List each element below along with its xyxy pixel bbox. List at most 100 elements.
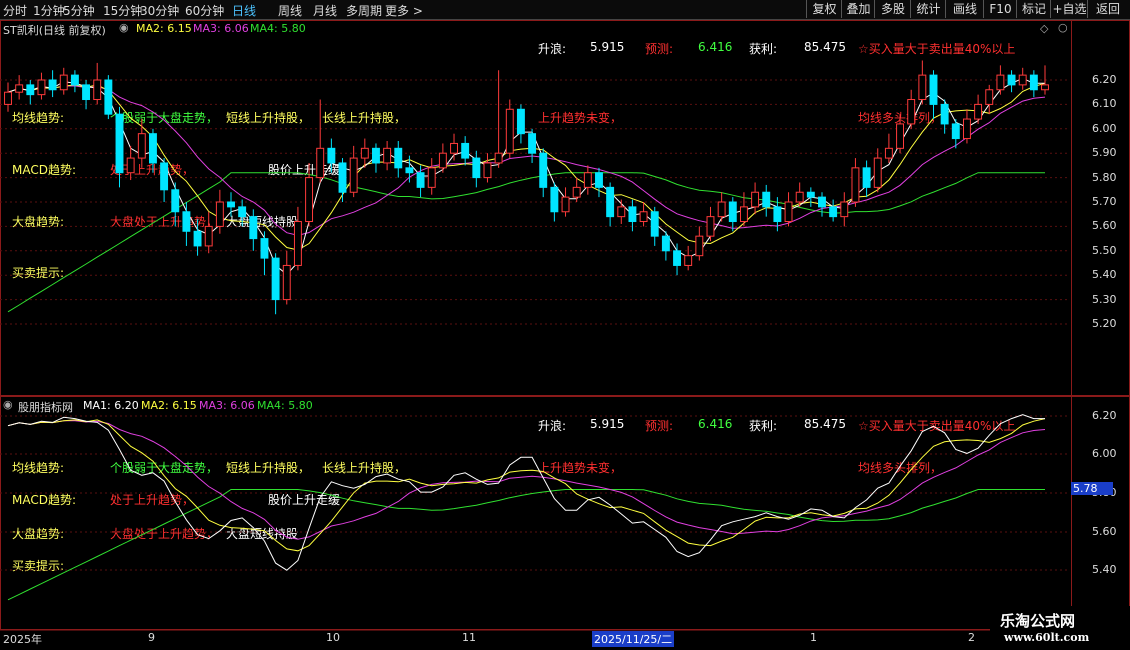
candle-body [416,172,425,188]
candle-body [996,74,1005,91]
candle-body [15,84,24,93]
candle-body [1018,74,1027,86]
candle-body [706,216,715,237]
candle-body [349,157,358,193]
candle-body [82,84,91,101]
candle-body [528,133,537,154]
candle-body [684,255,693,266]
candle-body [4,91,12,105]
candle-body [438,152,447,169]
watermark-title: 乐淘公式网 [1000,612,1076,630]
candle-body [951,123,960,140]
candle-body [884,147,893,159]
candle-body [182,211,191,232]
candle-body [160,162,169,191]
candle-body [1041,84,1049,91]
candle-body [282,264,291,301]
candle-body [962,118,971,140]
candle-body [427,167,436,188]
candle-body [149,133,157,164]
candle-body [583,172,592,188]
candle-body [104,79,113,115]
candle-body [494,152,503,164]
candle-body [784,201,793,223]
candle-body [472,157,481,179]
candle-body [360,147,369,159]
candle-body [940,103,949,125]
candle-body [327,147,336,164]
candle-body [739,206,748,223]
candle-body [260,238,269,259]
sub-ma3-line [7,420,1046,540]
candle-body [862,167,871,188]
candle-body [126,157,135,174]
candle-body [26,84,35,96]
candle-body [204,225,213,247]
candle-body [561,196,570,213]
candle-body [539,152,548,188]
candle-body [1007,74,1016,86]
candle-body [806,191,815,198]
candle-body [840,201,849,218]
candle-body [383,147,392,164]
candle-body [639,211,648,223]
candle-body [249,216,258,240]
candle-body [617,206,626,218]
candle-body [550,186,559,213]
candle-body [773,206,782,223]
candle-body [193,230,202,247]
candle-body [215,201,224,227]
candle-body [762,191,771,208]
candle-body [450,142,458,154]
candle-body [929,74,938,105]
ma3-line [7,85,1046,236]
candle-body [896,123,904,149]
sub-ma2-line [7,418,1046,552]
candle-body [717,201,726,218]
watermark-url: www.60lt.com [1004,631,1090,644]
candle-body [818,196,826,208]
candle-body [695,235,704,257]
candle-body [606,186,615,218]
candle-body [115,113,124,174]
candle-body [461,142,470,159]
candle-body [238,206,247,218]
candle-body [293,221,302,266]
candle-body [137,133,146,159]
candle-body [673,250,681,266]
candle-body [372,147,380,164]
candle-body [829,206,838,218]
ma4-line [7,172,1045,313]
candle-body [59,74,68,91]
sub-ma4-line [7,489,1045,601]
candle-body [751,191,760,208]
candle-body [628,206,637,223]
candle-body [227,201,235,208]
candlestick-chart[interactable] [0,0,1130,650]
candle-body [985,89,994,105]
watermark-logo: 乐淘公式网 www.60lt.com [990,606,1130,650]
candle-body [661,235,670,252]
candle-body [516,108,525,135]
candle-body [93,79,102,101]
candle-body [505,108,514,154]
candle-body [1029,74,1038,91]
candle-body [394,147,403,169]
candle-body [918,74,927,101]
candle-body [728,201,737,223]
candle-body [338,162,347,193]
candle-body [974,103,983,120]
candle-body [795,191,804,203]
candle-body [572,186,581,198]
candle-body [37,79,46,96]
candle-body [851,167,860,203]
candle-body [70,74,79,86]
candle-body [650,211,659,237]
candle-body [483,162,492,179]
candle-body [171,189,180,213]
candle-body [271,257,280,301]
candle-body [873,157,882,188]
candle-body [595,172,603,188]
candle-body [405,167,414,174]
candle-body [316,147,325,179]
